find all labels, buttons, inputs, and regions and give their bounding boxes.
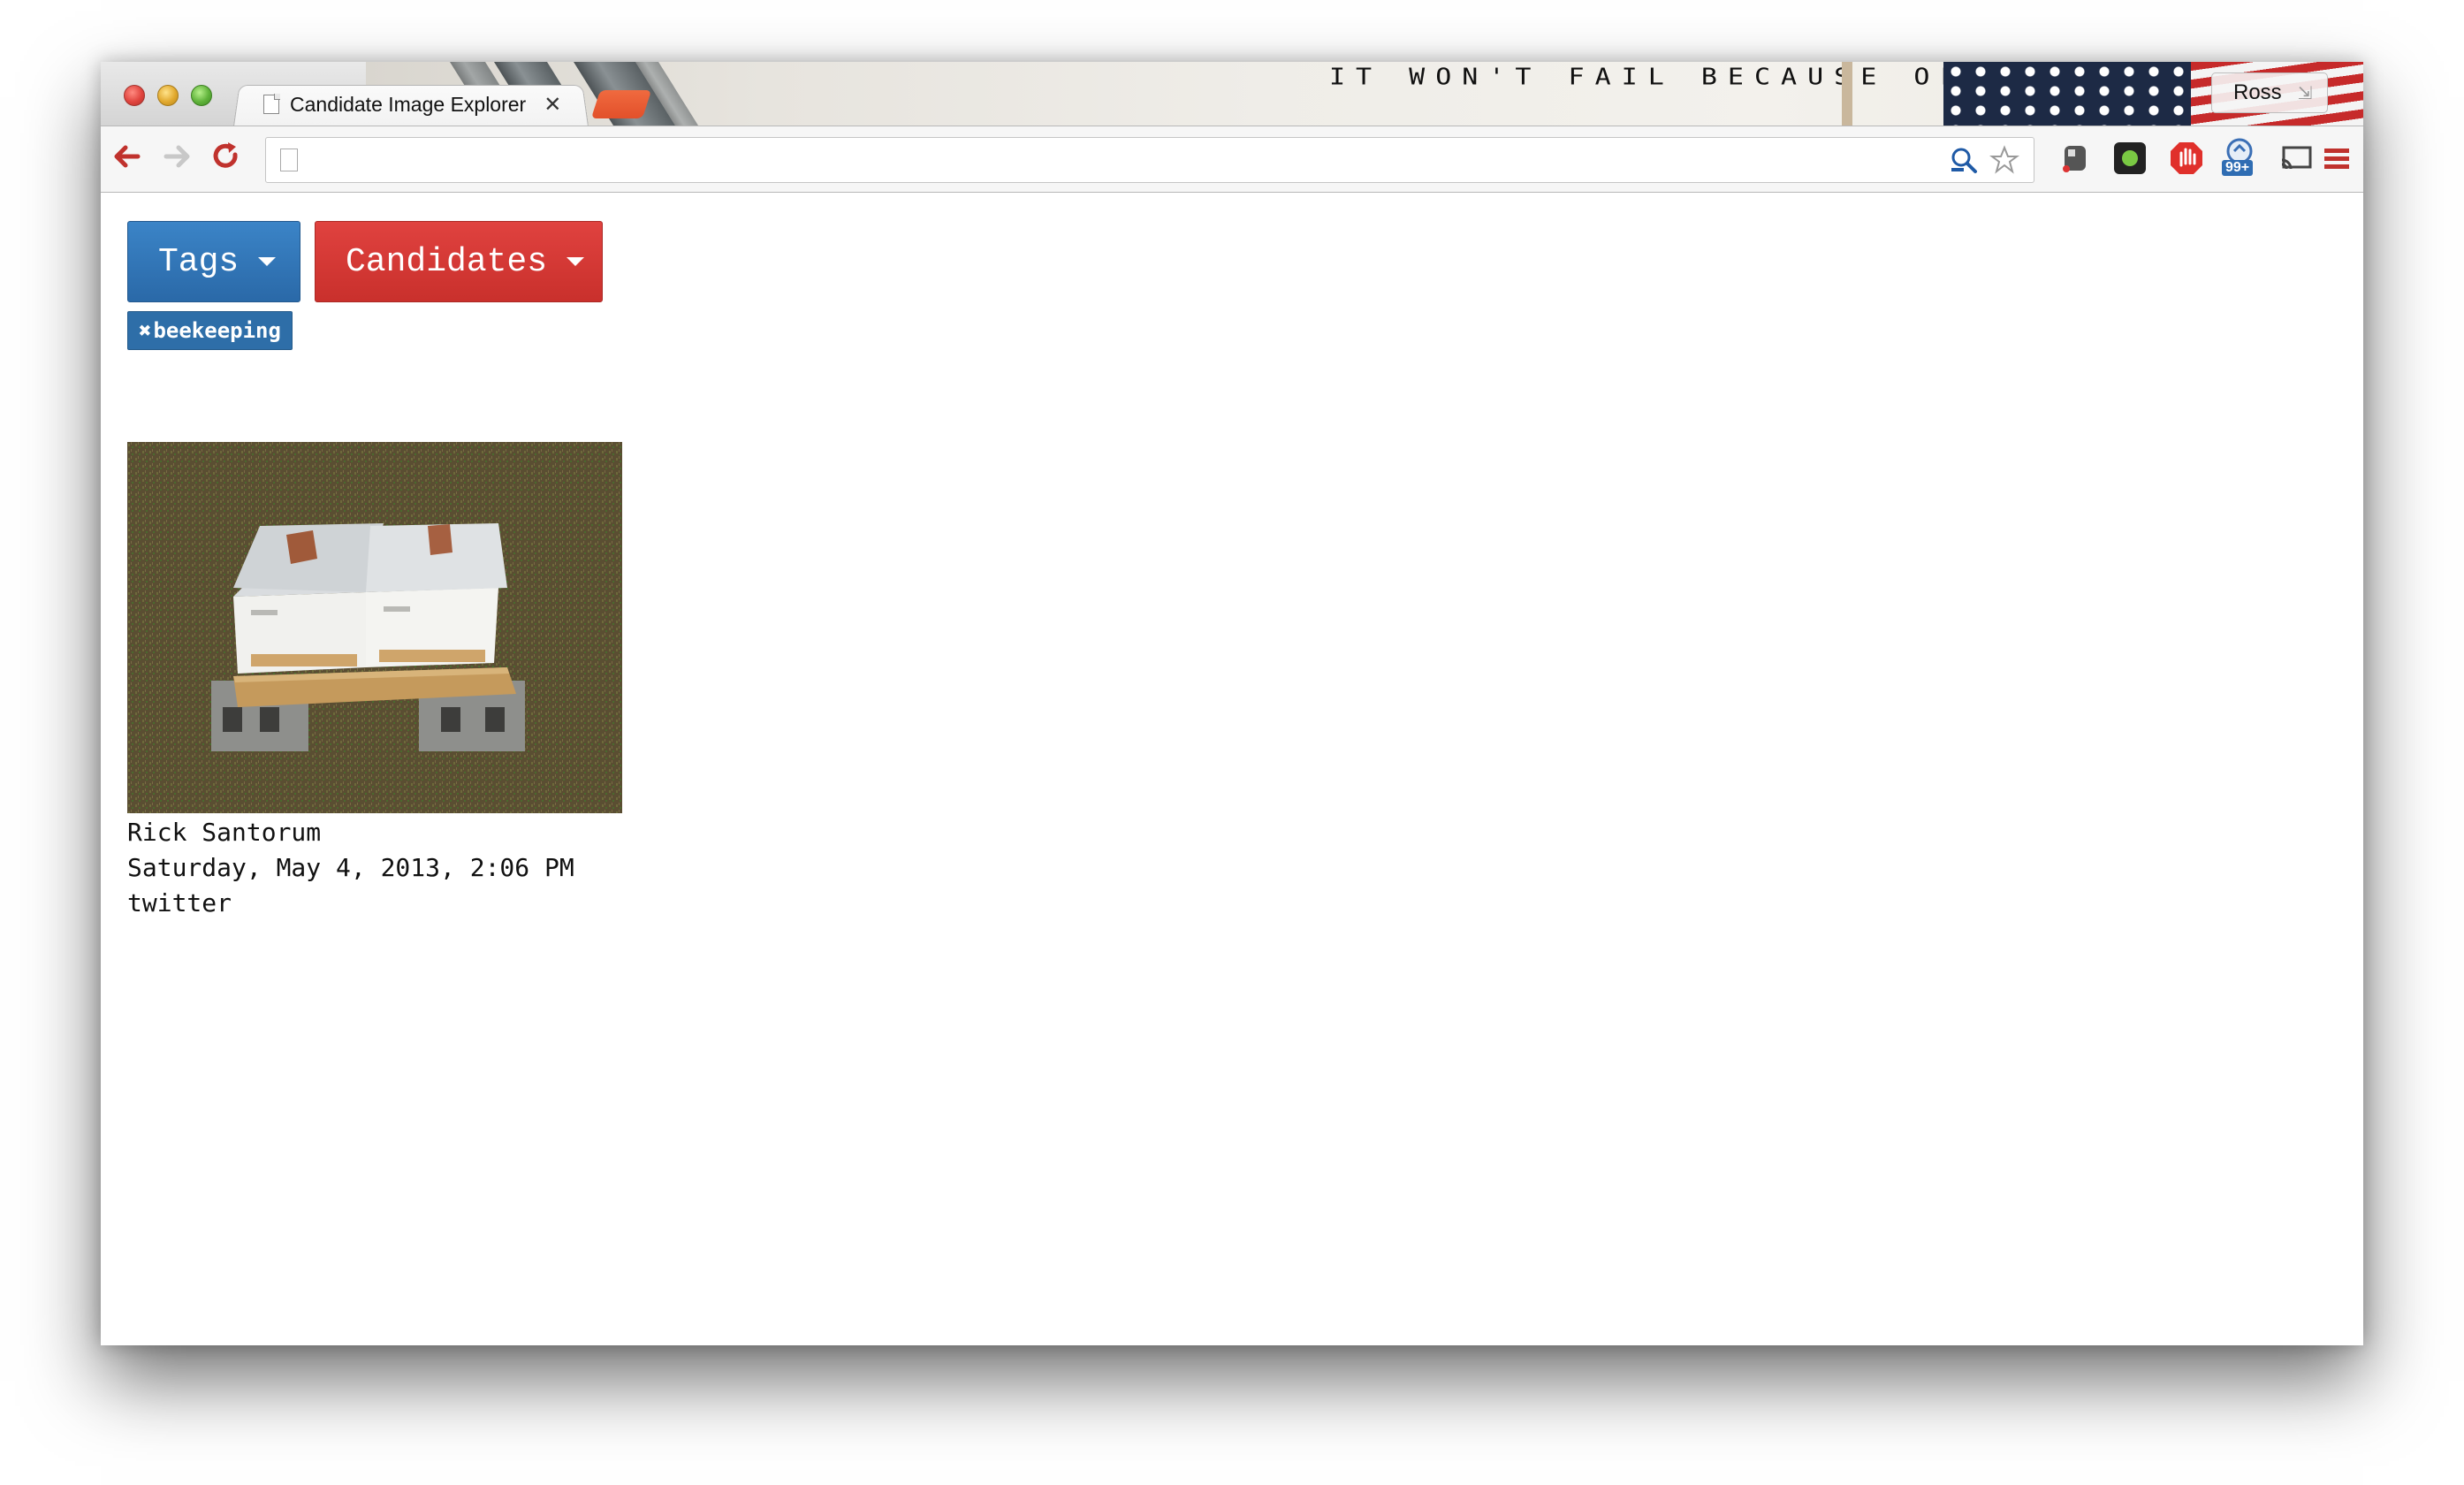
theme-slogan: IT WON'T FAIL BECAUSE OF ME: [1329, 64, 2047, 91]
page-icon: [280, 148, 298, 171]
evernote-icon[interactable]: [2056, 139, 2095, 178]
browser-toolbar: 99+: [101, 126, 2363, 193]
candidates-button-label: Candidates: [346, 242, 548, 281]
profile-button[interactable]: Ross ⇲: [2211, 72, 2328, 113]
tab-title: Candidate Image Explorer: [290, 92, 527, 116]
page-favicon-icon: [263, 94, 280, 114]
active-tag-chip[interactable]: ✖ beekeeping: [127, 311, 293, 350]
tags-dropdown-button[interactable]: Tags: [127, 221, 300, 302]
close-window-button[interactable]: [124, 85, 145, 106]
post-date: Saturday, May 4, 2013, 2:06 PM: [127, 853, 574, 882]
result-card: Rick Santorum Saturday, May 4, 2013, 2:0…: [127, 442, 622, 921]
tag-label: beekeeping: [153, 318, 281, 343]
caret-down-icon: [567, 257, 585, 266]
new-tab-button[interactable]: [590, 90, 652, 118]
zoom-window-button[interactable]: [191, 85, 212, 106]
forward-arrow-icon[interactable]: [157, 137, 196, 176]
notifications-button[interactable]: 99+: [2222, 135, 2266, 179]
adblock-icon[interactable]: [2167, 139, 2206, 178]
candidates-dropdown-button[interactable]: Candidates: [315, 221, 603, 302]
tags-button-label: Tags: [158, 242, 240, 281]
address-bar[interactable]: [265, 137, 2034, 183]
profile-chevron-icon: ⇲: [2297, 83, 2313, 103]
back-arrow-icon[interactable]: [108, 137, 147, 176]
post-source: twitter: [127, 888, 232, 918]
cast-icon[interactable]: [2277, 139, 2316, 178]
result-thumbnail[interactable]: [127, 442, 622, 813]
search-icon[interactable]: [1949, 145, 1979, 175]
browser-window: IT WON'T FAIL BECAUSE OF ME Candidate Im…: [101, 62, 2363, 1345]
reload-icon[interactable]: [207, 137, 246, 176]
star-icon[interactable]: [1989, 145, 2019, 175]
tab-strip: IT WON'T FAIL BECAUSE OF ME Candidate Im…: [101, 62, 2363, 126]
page-content: Tags Candidates ✖ beekeeping Rick Santor…: [101, 193, 2363, 1345]
profile-name: Ross: [2233, 80, 2282, 104]
candidate-name: Rick Santorum: [127, 818, 322, 847]
caret-down-icon: [258, 257, 277, 266]
tab-close-icon[interactable]: ✕: [544, 92, 561, 118]
menu-icon[interactable]: [2317, 139, 2356, 178]
result-meta: Rick Santorum Saturday, May 4, 2013, 2:0…: [127, 815, 622, 921]
minimize-window-button[interactable]: [157, 85, 179, 106]
notification-badge: 99+: [2222, 160, 2254, 176]
remove-tag-icon[interactable]: ✖: [139, 318, 151, 343]
green-circle-icon[interactable]: [2110, 139, 2149, 178]
